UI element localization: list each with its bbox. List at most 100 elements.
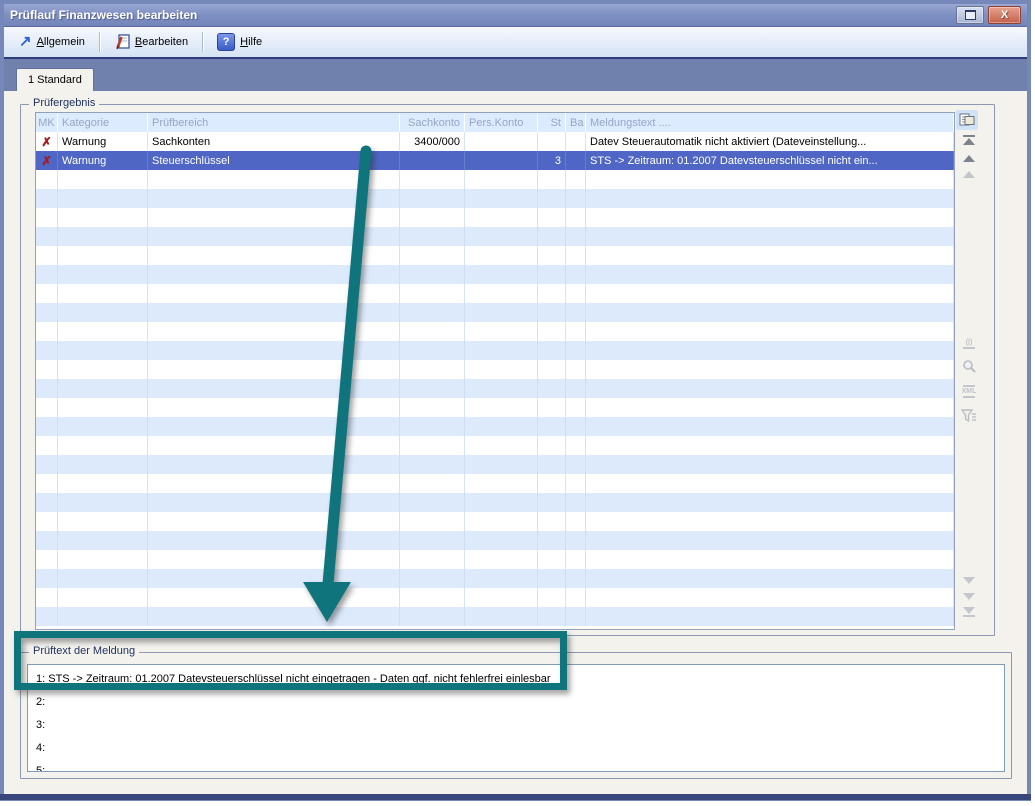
- prueftext-text-area[interactable]: 1: STS -> Zeitraum: 01.2007 Datevsteuers…: [27, 664, 1005, 772]
- table-cell: [148, 474, 400, 493]
- column-header[interactable]: MK: [36, 113, 58, 132]
- table-cell: [400, 436, 465, 455]
- table-row[interactable]: [36, 246, 954, 265]
- column-header[interactable]: St: [538, 113, 566, 132]
- table-cell: [400, 246, 465, 265]
- table-row[interactable]: [36, 474, 954, 493]
- table-cell: [58, 455, 148, 474]
- table-row[interactable]: ✗WarnungSteuerschlüssel3STS -> Zeitraum:…: [36, 151, 954, 170]
- tab-standard[interactable]: 1 Standard: [16, 68, 94, 91]
- result-grid[interactable]: MKKategoriePrüfbereichSachkontoPers.Kont…: [35, 112, 955, 630]
- allgemein-button[interactable]: ↗ Allgemein: [10, 31, 94, 53]
- page-down-icon[interactable]: [956, 588, 982, 604]
- table-cell: [148, 398, 400, 417]
- column-chooser-icon[interactable]: [956, 110, 978, 130]
- table-row[interactable]: [36, 284, 954, 303]
- bearbeiten-button[interactable]: Bearbeiten: [105, 30, 197, 54]
- table-cell: [566, 569, 586, 588]
- table-row[interactable]: [36, 531, 954, 550]
- table-row[interactable]: [36, 417, 954, 436]
- row-up-icon[interactable]: [956, 166, 982, 182]
- grid-header-row[interactable]: MKKategoriePrüfbereichSachkontoPers.Kont…: [36, 113, 954, 132]
- table-cell: [58, 569, 148, 588]
- table-cell: [538, 360, 566, 379]
- table-cell: [586, 189, 954, 208]
- table-cell: [58, 189, 148, 208]
- table-row[interactable]: [36, 379, 954, 398]
- table-cell: [58, 417, 148, 436]
- table-cell: [36, 607, 58, 626]
- restore-button[interactable]: [956, 6, 984, 24]
- page-up-icon[interactable]: [956, 150, 982, 166]
- table-row[interactable]: [36, 360, 954, 379]
- filter-icon[interactable]: [956, 408, 982, 424]
- table-row[interactable]: [36, 550, 954, 569]
- xml-export-icon[interactable]: XML: [956, 383, 982, 399]
- table-cell: [36, 588, 58, 607]
- table-cell: [400, 550, 465, 569]
- table-cell: [586, 455, 954, 474]
- table-cell: [566, 341, 586, 360]
- brackets-icon[interactable]: (|): [956, 336, 982, 352]
- table-cell: [465, 493, 538, 512]
- table-row[interactable]: [36, 455, 954, 474]
- column-header[interactable]: Meldungstext ....: [586, 113, 954, 132]
- table-row[interactable]: [36, 322, 954, 341]
- table-row[interactable]: [36, 436, 954, 455]
- table-row[interactable]: [36, 170, 954, 189]
- column-header[interactable]: Sachkonto: [400, 113, 465, 132]
- table-row[interactable]: ✗WarnungSachkonten3400/000Datev Steuerau…: [36, 132, 954, 151]
- scroll-to-bottom-icon[interactable]: [956, 604, 982, 620]
- table-row[interactable]: [36, 398, 954, 417]
- table-row[interactable]: [36, 341, 954, 360]
- table-cell: [586, 569, 954, 588]
- table-cell: [400, 151, 465, 170]
- table-cell: [566, 398, 586, 417]
- search-icon[interactable]: [956, 358, 982, 374]
- table-row[interactable]: [36, 208, 954, 227]
- table-row[interactable]: [36, 569, 954, 588]
- table-cell: [148, 170, 400, 189]
- scroll-to-top-icon[interactable]: [956, 132, 982, 148]
- table-cell: [400, 208, 465, 227]
- table-cell: [538, 493, 566, 512]
- table-row[interactable]: [36, 607, 954, 626]
- table-cell: [148, 341, 400, 360]
- table-cell: [36, 284, 58, 303]
- table-cell: [586, 322, 954, 341]
- table-cell: [58, 341, 148, 360]
- column-header[interactable]: Kategorie: [58, 113, 148, 132]
- table-cell: [538, 569, 566, 588]
- table-cell: [465, 170, 538, 189]
- table-cell: [586, 360, 954, 379]
- table-cell: [465, 588, 538, 607]
- table-cell: [538, 208, 566, 227]
- allgemein-label: Allgemein: [37, 36, 85, 48]
- row-down-icon[interactable]: [956, 572, 982, 588]
- table-row[interactable]: [36, 512, 954, 531]
- table-cell: [58, 588, 148, 607]
- table-cell: [58, 379, 148, 398]
- close-button[interactable]: X: [988, 6, 1021, 24]
- column-header[interactable]: Pers.Konto: [465, 113, 538, 132]
- table-cell: [586, 531, 954, 550]
- table-row[interactable]: [36, 493, 954, 512]
- table-cell: [400, 170, 465, 189]
- table-cell: Warnung: [58, 151, 148, 170]
- table-row[interactable]: [36, 227, 954, 246]
- table-row[interactable]: [36, 588, 954, 607]
- table-cell: [36, 455, 58, 474]
- table-row[interactable]: [36, 189, 954, 208]
- table-row[interactable]: [36, 265, 954, 284]
- table-cell: [36, 246, 58, 265]
- hilfe-button[interactable]: ? Hilfe: [208, 29, 271, 55]
- table-cell: [36, 417, 58, 436]
- table-cell: [566, 493, 586, 512]
- prueftext-line: 5:: [36, 761, 1004, 772]
- table-row[interactable]: [36, 303, 954, 322]
- table-cell: [58, 550, 148, 569]
- table-cell: [586, 588, 954, 607]
- column-header[interactable]: Prüfbereich: [148, 113, 400, 132]
- table-cell: [148, 436, 400, 455]
- column-header[interactable]: Ba: [566, 113, 586, 132]
